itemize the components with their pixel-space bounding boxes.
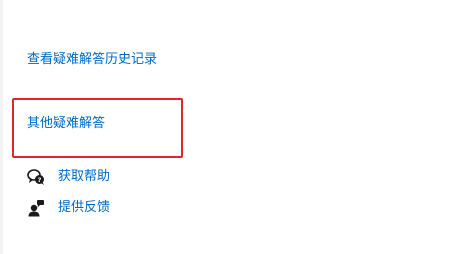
window-left-edge — [0, 0, 3, 254]
get-help-icon: ? — [27, 168, 45, 186]
give-feedback-button[interactable]: 提供反馈 — [27, 198, 110, 218]
highlight-annotation-box — [12, 98, 183, 158]
feedback-icon — [27, 199, 45, 217]
get-help-label: 获取帮助 — [58, 169, 111, 184]
get-help-button[interactable]: ? 获取帮助 — [27, 167, 110, 187]
give-feedback-label: 提供反馈 — [58, 200, 111, 215]
svg-text:?: ? — [38, 176, 42, 184]
view-troubleshoot-history-link[interactable]: 查看疑难解答历史记录 — [27, 51, 157, 69]
